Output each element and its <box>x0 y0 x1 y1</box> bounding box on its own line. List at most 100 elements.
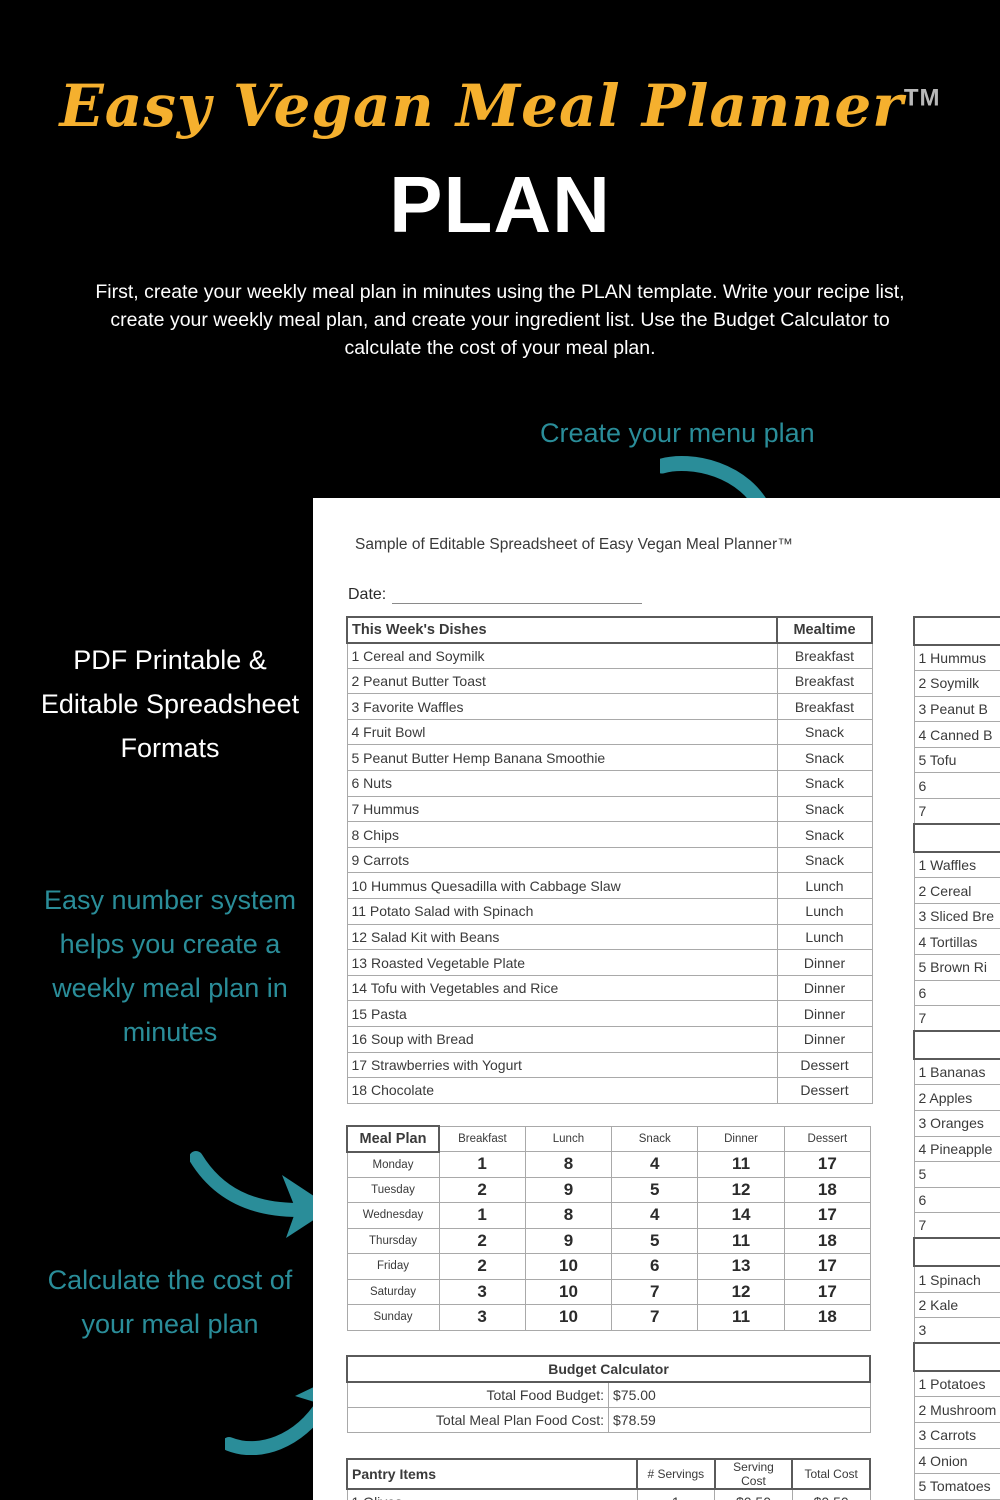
meal-plan-value-cell[interactable]: 9 <box>524 1227 613 1254</box>
budget-row[interactable]: Total Meal Plan Food Cost: $78.59 <box>346 1406 871 1433</box>
dish-mealtime-cell[interactable]: Snack <box>776 795 873 823</box>
meal-plan-row[interactable]: Saturday 3 10 7 12 17 <box>346 1278 872 1305</box>
meal-plan-value-cell[interactable]: 9 <box>524 1176 613 1203</box>
dish-mealtime-cell[interactable]: Breakfast <box>776 642 873 669</box>
dish-name-cell[interactable]: 1 Cereal and Soymilk <box>346 642 778 669</box>
budget-row-value[interactable]: $75.00 <box>608 1381 871 1408</box>
ingredient-cell[interactable]: 6 <box>913 979 1000 1007</box>
meal-plan-value-cell[interactable]: 11 <box>697 1304 785 1331</box>
ingredient-row[interactable]: 4 Pineapple <box>913 1135 1000 1163</box>
ingredient-cell[interactable]: 4 Onion <box>913 1447 1000 1475</box>
meal-plan-value-cell[interactable]: 5 <box>611 1227 699 1254</box>
dish-mealtime-cell[interactable]: Snack <box>776 821 873 848</box>
ingredient-cell[interactable]: 5 Tomatoes <box>913 1473 1000 1500</box>
ingredient-cell[interactable]: 3 Peanut B <box>913 695 1000 723</box>
budget-row-value[interactable]: $78.59 <box>608 1406 871 1433</box>
ingredient-cell[interactable]: 1 Potatoes <box>913 1370 1000 1398</box>
dish-mealtime-cell[interactable]: Lunch <box>776 898 873 925</box>
ingredient-row[interactable]: 5 <box>913 1161 1000 1188</box>
ingredient-row[interactable]: 5 Tomatoes <box>913 1473 1000 1500</box>
ingredient-cell[interactable]: 4 Pineapple <box>913 1135 1000 1163</box>
meal-plan-value-cell[interactable]: 11 <box>697 1227 785 1254</box>
meal-plan-value-cell[interactable]: 4 <box>611 1202 699 1229</box>
ingredient-row[interactable]: 7 <box>913 1005 1000 1032</box>
dish-mealtime-cell[interactable]: Lunch <box>776 872 873 900</box>
meal-plan-value-cell[interactable]: 10 <box>524 1253 613 1280</box>
dish-mealtime-cell[interactable]: Dinner <box>776 1000 873 1027</box>
dish-name-cell[interactable]: 13 Roasted Vegetable Plate <box>346 949 778 976</box>
ingredient-row[interactable]: 7 <box>913 1212 1000 1239</box>
dish-row[interactable]: 3 Favorite Waffles Breakfast <box>346 693 873 720</box>
ingredient-row[interactable]: 4 Tortillas <box>913 928 1000 956</box>
dish-mealtime-cell[interactable]: Dinner <box>776 974 873 1002</box>
dish-name-cell[interactable]: 11 Potato Salad with Spinach <box>346 898 778 925</box>
dish-name-cell[interactable]: 6 Nuts <box>346 770 778 797</box>
dish-mealtime-cell[interactable]: Snack <box>776 718 873 746</box>
dish-name-cell[interactable]: 9 Carrots <box>346 846 778 874</box>
ingredient-cell[interactable]: 5 <box>913 1161 1000 1188</box>
ingredient-cell[interactable]: 7 <box>913 1005 1000 1032</box>
ingredient-cell[interactable]: 1 Bananas <box>913 1058 1000 1086</box>
meal-plan-value-cell[interactable]: 11 <box>697 1151 785 1178</box>
dish-row[interactable]: 18 Chocolate Dessert <box>346 1077 873 1104</box>
ingredient-cell[interactable]: 4 Tortillas <box>913 928 1000 956</box>
dish-mealtime-cell[interactable]: Snack <box>776 770 873 797</box>
ingredient-cell[interactable]: 2 Cereal <box>913 877 1000 904</box>
pantry-item-servings[interactable]: 1 <box>636 1488 716 1500</box>
meal-plan-value-cell[interactable]: 18 <box>783 1227 872 1254</box>
dish-row[interactable]: 17 Strawberries with Yogurt Dessert <box>346 1051 873 1079</box>
meal-plan-value-cell[interactable]: 7 <box>611 1278 699 1305</box>
dish-row[interactable]: 16 Soup with Bread Dinner <box>346 1026 873 1053</box>
dish-row[interactable]: 2 Peanut Butter Toast Breakfast <box>346 667 873 695</box>
ingredient-row[interactable]: 1 Hummus <box>913 644 1000 672</box>
meal-plan-value-cell[interactable]: 17 <box>783 1202 872 1229</box>
dish-name-cell[interactable]: 15 Pasta <box>346 1000 778 1027</box>
pantry-item-serving-cost[interactable]: $0.50 <box>714 1488 793 1500</box>
ingredient-row[interactable]: 1 Spinach <box>913 1265 1000 1293</box>
dish-mealtime-cell[interactable]: Snack <box>776 744 873 772</box>
ingredient-cell[interactable]: 6 <box>913 1186 1000 1214</box>
ingredient-cell[interactable]: 2 Mushroom <box>913 1396 1000 1423</box>
ingredient-row[interactable]: 3 Oranges <box>913 1110 1000 1137</box>
dish-mealtime-cell[interactable]: Dessert <box>776 1077 873 1104</box>
dish-row[interactable]: 11 Potato Salad with Spinach Lunch <box>346 898 873 925</box>
pantry-item-name[interactable]: 1 Olives <box>346 1488 638 1500</box>
ingredient-row[interactable]: 1 Waffles <box>913 851 1000 879</box>
ingredient-row[interactable]: 2 Soymilk <box>913 670 1000 697</box>
dish-row[interactable]: 10 Hummus Quesadilla with Cabbage Slaw Lu… <box>346 872 873 900</box>
dish-row[interactable]: 9 Carrots Snack <box>346 846 873 874</box>
dish-mealtime-cell[interactable]: Dinner <box>776 949 873 976</box>
dish-mealtime-cell[interactable]: Dinner <box>776 1026 873 1053</box>
dish-row[interactable]: 5 Peanut Butter Hemp Banana Smoothie Snac… <box>346 744 873 772</box>
dish-name-cell[interactable]: 5 Peanut Butter Hemp Banana Smoothie <box>346 744 778 772</box>
dish-name-cell[interactable]: 16 Soup with Bread <box>346 1026 778 1053</box>
meal-plan-value-cell[interactable]: 2 <box>438 1176 526 1203</box>
dish-row[interactable]: 6 Nuts Snack <box>346 770 873 797</box>
dish-name-cell[interactable]: 4 Fruit Bowl <box>346 718 778 746</box>
ingredient-row[interactable]: 6 <box>913 772 1000 800</box>
ingredient-cell[interactable]: 1 Spinach <box>913 1265 1000 1293</box>
ingredient-row[interactable]: 4 Canned B <box>913 721 1000 748</box>
ingredient-cell[interactable]: 3 Sliced Bre <box>913 902 1000 930</box>
dish-name-cell[interactable]: 2 Peanut Butter Toast <box>346 667 778 695</box>
dish-name-cell[interactable]: 7 Hummus <box>346 795 778 823</box>
dish-name-cell[interactable]: 10 Hummus Quesadilla with Cabbage Slaw <box>346 872 778 900</box>
meal-plan-value-cell[interactable]: 10 <box>524 1304 613 1331</box>
meal-plan-value-cell[interactable]: 12 <box>697 1278 785 1305</box>
ingredient-cell[interactable]: 2 Soymilk <box>913 670 1000 697</box>
meal-plan-row[interactable]: Friday 2 10 6 13 17 <box>346 1253 872 1280</box>
ingredient-row[interactable]: 2 Cereal <box>913 877 1000 904</box>
meal-plan-value-cell[interactable]: 6 <box>611 1253 699 1280</box>
dish-name-cell[interactable]: 3 Favorite Waffles <box>346 693 778 720</box>
ingredient-row[interactable]: 6 <box>913 1186 1000 1214</box>
ingredient-row[interactable]: 1 Bananas <box>913 1058 1000 1086</box>
dish-name-cell[interactable]: 14 Tofu with Vegetables and Rice <box>346 974 778 1002</box>
meal-plan-value-cell[interactable]: 13 <box>697 1253 785 1280</box>
ingredient-row[interactable]: 4 Onion <box>913 1447 1000 1475</box>
ingredient-row[interactable]: 2 Apples <box>913 1084 1000 1111</box>
ingredient-cell[interactable]: 3 Carrots <box>913 1421 1000 1449</box>
dish-name-cell[interactable]: 12 Salad Kit with Beans <box>346 923 778 951</box>
ingredient-row[interactable]: 5 Tofu <box>913 746 1000 774</box>
ingredient-cell[interactable]: 3 Oranges <box>913 1110 1000 1137</box>
meal-plan-value-cell[interactable]: 2 <box>438 1253 526 1280</box>
